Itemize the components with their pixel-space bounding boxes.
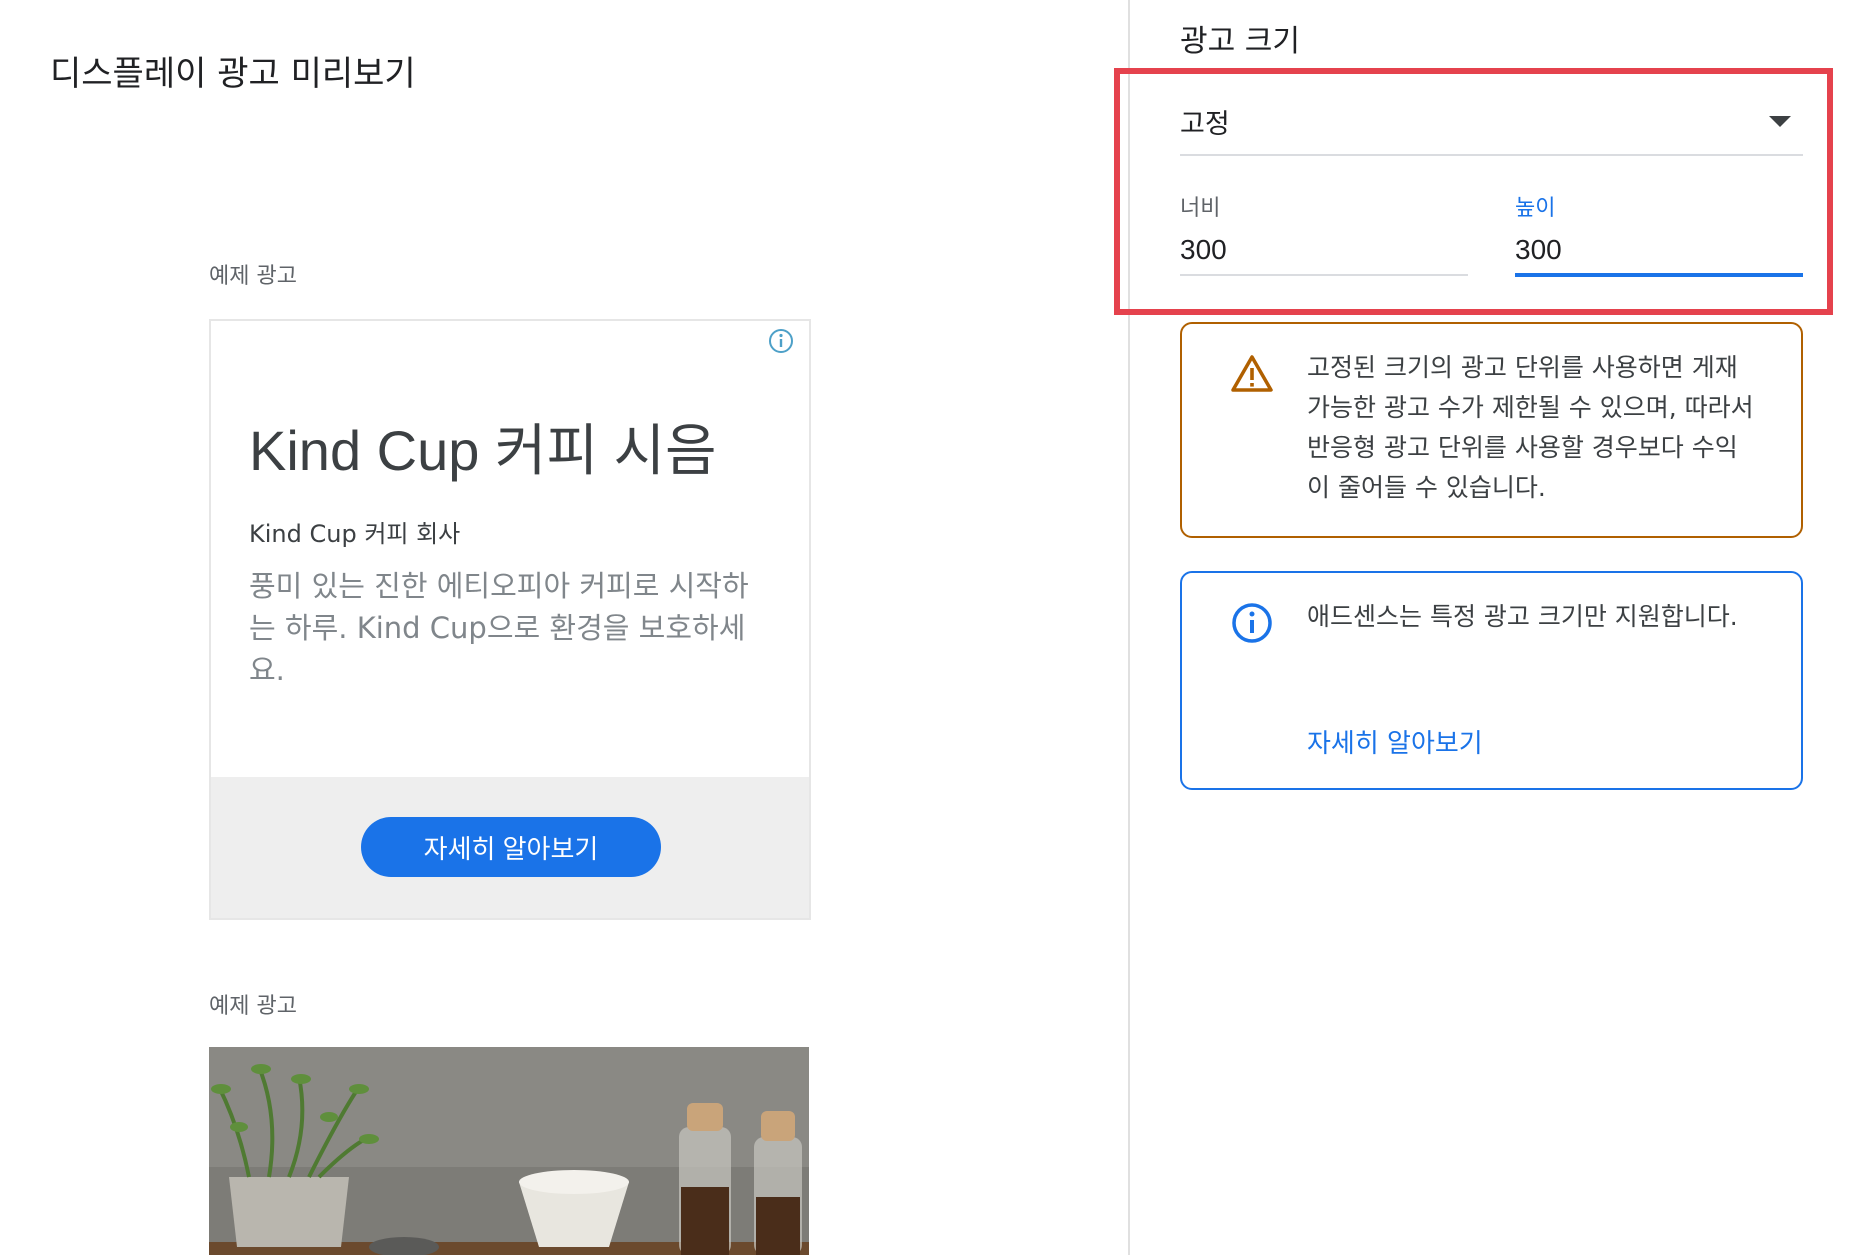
sample-text-ad[interactable]: Kind Cup 커피 시음 Kind Cup 커피 회사 풍미 있는 진한 에… [209, 319, 811, 920]
preview-title: 디스플레이 광고 미리보기 [50, 54, 416, 94]
ad-headline: Kind Cup 커피 시음 [249, 419, 717, 482]
supported-sizes-info: 애드센스는 특정 광고 크기만 지원합니다. 자세히 알아보기 [1180, 571, 1803, 790]
ad-learn-more-button[interactable]: 자세히 알아보기 [361, 817, 661, 877]
ad-choices-info-icon[interactable] [767, 327, 795, 355]
ad-description: 풍미 있는 진한 에티오피아 커피로 시작하는 하루. Kind Cup으로 환… [249, 569, 749, 687]
sample-image-ad[interactable] [209, 1047, 809, 1255]
warning-icon [1231, 355, 1273, 392]
learn-more-link[interactable]: 자세히 알아보기 [1307, 723, 1483, 760]
preview-panel: 디스플레이 광고 미리보기 예제 광고 Kind Cup 커피 시음 Kind … [0, 0, 1130, 1255]
info-text: 애드센스는 특정 광고 크기만 지원합니다. [1307, 602, 1738, 631]
ad-footer: 자세히 알아보기 [211, 777, 809, 918]
ad-company: Kind Cup 커피 회사 [249, 520, 461, 548]
sample-ad-label: 예제 광고 [209, 264, 297, 289]
coffee-photo-image [209, 1047, 809, 1255]
info-icon [1232, 603, 1272, 643]
warning-text: 고정된 크기의 광고 단위를 사용하면 게재 가능한 광고 수가 제한될 수 있… [1307, 353, 1754, 502]
highlight-box [1114, 68, 1833, 315]
sample-ad-label-2: 예제 광고 [209, 994, 297, 1019]
ad-size-title: 광고 크기 [1180, 24, 1300, 59]
fixed-size-warning: 고정된 크기의 광고 단위를 사용하면 게재 가능한 광고 수가 제한될 수 있… [1180, 322, 1803, 538]
